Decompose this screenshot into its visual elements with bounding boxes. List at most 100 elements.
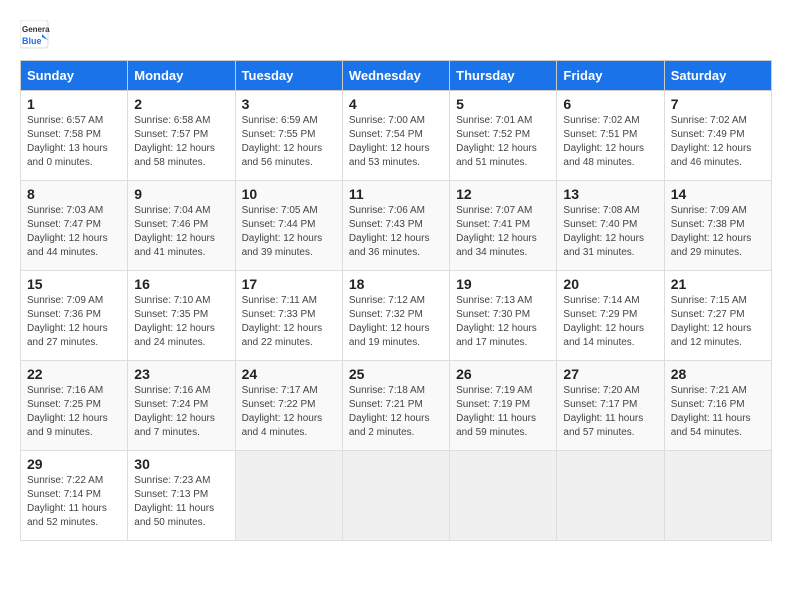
day-info: Sunrise: 7:09 AMSunset: 7:38 PMDaylight:… — [671, 204, 765, 260]
day-number: 13 — [563, 186, 657, 202]
calendar-day-cell: 5 Sunrise: 7:01 AMSunset: 7:52 PMDaylight… — [450, 91, 557, 181]
calendar-day-cell: 24 Sunrise: 7:17 AMSunset: 7:22 PMDayligh… — [235, 361, 342, 451]
day-info: Sunrise: 7:08 AMSunset: 7:40 PMDaylight:… — [563, 204, 657, 260]
day-number: 8 — [27, 186, 121, 202]
day-number: 1 — [27, 96, 121, 112]
calendar-day-cell: 15 Sunrise: 7:09 AMSunset: 7:36 PMDayligh… — [21, 271, 128, 361]
calendar-body: 1Sunrise: 6:57 AMSunset: 7:58 PMDaylight… — [21, 91, 772, 541]
calendar-day-cell: 22Sunrise: 7:16 AMSunset: 7:25 PMDayligh… — [21, 361, 128, 451]
page-header: General Blue — [20, 20, 772, 50]
day-header-monday: Monday — [128, 61, 235, 91]
day-number: 14 — [671, 186, 765, 202]
day-header-thursday: Thursday — [450, 61, 557, 91]
day-number: 26 — [456, 366, 550, 382]
calendar-day-cell: 29 Sunrise: 7:22 AMSunset: 7:14 PMDayligh… — [21, 451, 128, 541]
day-number: 21 — [671, 276, 765, 292]
day-number: 18 — [349, 276, 443, 292]
calendar-week-row: 15 Sunrise: 7:09 AMSunset: 7:36 PMDayligh… — [21, 271, 772, 361]
day-number: 19 — [456, 276, 550, 292]
day-info: Sunrise: 7:04 AMSunset: 7:46 PMDaylight:… — [134, 204, 228, 260]
calendar-day-cell: 14 Sunrise: 7:09 AMSunset: 7:38 PMDayligh… — [664, 181, 771, 271]
day-info: Sunrise: 7:17 AMSunset: 7:22 PMDaylight:… — [242, 384, 336, 440]
day-number: 17 — [242, 276, 336, 292]
calendar-day-cell — [235, 451, 342, 541]
day-info: Sunrise: 7:06 AMSunset: 7:43 PMDaylight:… — [349, 204, 443, 260]
day-info: Sunrise: 7:09 AMSunset: 7:36 PMDaylight:… — [27, 294, 121, 350]
day-number: 11 — [349, 186, 443, 202]
day-info: Sunrise: 7:19 AMSunset: 7:19 PMDaylight:… — [456, 384, 550, 440]
day-info: Sunrise: 7:23 AMSunset: 7:13 PMDaylight:… — [134, 474, 228, 530]
day-header-sunday: Sunday — [21, 61, 128, 91]
day-number: 9 — [134, 186, 228, 202]
day-number: 25 — [349, 366, 443, 382]
day-number: 5 — [456, 96, 550, 112]
day-info: Sunrise: 7:18 AMSunset: 7:21 PMDaylight:… — [349, 384, 443, 440]
day-info: Sunrise: 7:11 AMSunset: 7:33 PMDaylight:… — [242, 294, 336, 350]
day-number: 10 — [242, 186, 336, 202]
calendar-day-cell: 13 Sunrise: 7:08 AMSunset: 7:40 PMDayligh… — [557, 181, 664, 271]
calendar-day-cell: 17 Sunrise: 7:11 AMSunset: 7:33 PMDayligh… — [235, 271, 342, 361]
day-info: Sunrise: 7:10 AMSunset: 7:35 PMDaylight:… — [134, 294, 228, 350]
calendar-day-cell: 18 Sunrise: 7:12 AMSunset: 7:32 PMDayligh… — [342, 271, 449, 361]
day-info: Sunrise: 7:14 AMSunset: 7:29 PMDaylight:… — [563, 294, 657, 350]
day-info: Sunrise: 7:16 AMSunset: 7:25 PMDaylight:… — [27, 384, 121, 440]
day-number: 15 — [27, 276, 121, 292]
day-info: Sunrise: 7:12 AMSunset: 7:32 PMDaylight:… — [349, 294, 443, 350]
calendar-day-cell: 9 Sunrise: 7:04 AMSunset: 7:46 PMDaylight… — [128, 181, 235, 271]
calendar-day-cell: 1Sunrise: 6:57 AMSunset: 7:58 PMDaylight… — [21, 91, 128, 181]
calendar-day-cell — [342, 451, 449, 541]
day-number: 16 — [134, 276, 228, 292]
day-number: 24 — [242, 366, 336, 382]
calendar-day-cell: 6 Sunrise: 7:02 AMSunset: 7:51 PMDaylight… — [557, 91, 664, 181]
calendar-day-cell: 12Sunrise: 7:07 AMSunset: 7:41 PMDayligh… — [450, 181, 557, 271]
calendar-day-cell: 28 Sunrise: 7:21 AMSunset: 7:16 PMDayligh… — [664, 361, 771, 451]
calendar-day-cell: 11 Sunrise: 7:06 AMSunset: 7:43 PMDayligh… — [342, 181, 449, 271]
calendar-header-row: SundayMondayTuesdayWednesdayThursdayFrid… — [21, 61, 772, 91]
calendar-day-cell: 10Sunrise: 7:05 AMSunset: 7:44 PMDayligh… — [235, 181, 342, 271]
day-info: Sunrise: 7:21 AMSunset: 7:16 PMDaylight:… — [671, 384, 765, 440]
calendar-day-cell: 25 Sunrise: 7:18 AMSunset: 7:21 PMDayligh… — [342, 361, 449, 451]
logo-svg: General Blue — [20, 20, 50, 50]
day-info: Sunrise: 7:16 AMSunset: 7:24 PMDaylight:… — [134, 384, 228, 440]
calendar-day-cell: 23 Sunrise: 7:16 AMSunset: 7:24 PMDayligh… — [128, 361, 235, 451]
calendar-day-cell — [450, 451, 557, 541]
calendar-day-cell: 8 Sunrise: 7:03 AMSunset: 7:47 PMDaylight… — [21, 181, 128, 271]
calendar-week-row: 8 Sunrise: 7:03 AMSunset: 7:47 PMDaylight… — [21, 181, 772, 271]
day-header-friday: Friday — [557, 61, 664, 91]
day-info: Sunrise: 7:03 AMSunset: 7:47 PMDaylight:… — [27, 204, 121, 260]
calendar-day-cell: 20 Sunrise: 7:14 AMSunset: 7:29 PMDayligh… — [557, 271, 664, 361]
calendar-day-cell: 3Sunrise: 6:59 AMSunset: 7:55 PMDaylight… — [235, 91, 342, 181]
day-number: 12 — [456, 186, 550, 202]
day-info: Sunrise: 7:22 AMSunset: 7:14 PMDaylight:… — [27, 474, 121, 530]
calendar-day-cell: 26 Sunrise: 7:19 AMSunset: 7:19 PMDayligh… — [450, 361, 557, 451]
calendar-day-cell: 21 Sunrise: 7:15 AMSunset: 7:27 PMDayligh… — [664, 271, 771, 361]
day-info: Sunrise: 7:02 AMSunset: 7:51 PMDaylight:… — [563, 114, 657, 170]
day-info: Sunrise: 6:59 AMSunset: 7:55 PMDaylight:… — [242, 114, 336, 170]
calendar-day-cell — [557, 451, 664, 541]
day-number: 23 — [134, 366, 228, 382]
day-info: Sunrise: 7:02 AMSunset: 7:49 PMDaylight:… — [671, 114, 765, 170]
calendar-day-cell — [664, 451, 771, 541]
day-header-wednesday: Wednesday — [342, 61, 449, 91]
calendar-day-cell: 30 Sunrise: 7:23 AMSunset: 7:13 PMDayligh… — [128, 451, 235, 541]
calendar-day-cell: 19Sunrise: 7:13 AMSunset: 7:30 PMDayligh… — [450, 271, 557, 361]
day-header-tuesday: Tuesday — [235, 61, 342, 91]
calendar-table: SundayMondayTuesdayWednesdayThursdayFrid… — [20, 60, 772, 541]
day-header-saturday: Saturday — [664, 61, 771, 91]
day-number: 20 — [563, 276, 657, 292]
day-number: 4 — [349, 96, 443, 112]
calendar-week-row: 22Sunrise: 7:16 AMSunset: 7:25 PMDayligh… — [21, 361, 772, 451]
day-info: Sunrise: 7:20 AMSunset: 7:17 PMDaylight:… — [563, 384, 657, 440]
calendar-week-row: 29 Sunrise: 7:22 AMSunset: 7:14 PMDayligh… — [21, 451, 772, 541]
day-info: Sunrise: 7:15 AMSunset: 7:27 PMDaylight:… — [671, 294, 765, 350]
day-number: 27 — [563, 366, 657, 382]
logo: General Blue — [20, 20, 50, 50]
day-number: 29 — [27, 456, 121, 472]
calendar-week-row: 1Sunrise: 6:57 AMSunset: 7:58 PMDaylight… — [21, 91, 772, 181]
day-number: 2 — [134, 96, 228, 112]
calendar-day-cell: 27 Sunrise: 7:20 AMSunset: 7:17 PMDayligh… — [557, 361, 664, 451]
day-number: 30 — [134, 456, 228, 472]
day-number: 6 — [563, 96, 657, 112]
day-number: 28 — [671, 366, 765, 382]
day-info: Sunrise: 7:01 AMSunset: 7:52 PMDaylight:… — [456, 114, 550, 170]
